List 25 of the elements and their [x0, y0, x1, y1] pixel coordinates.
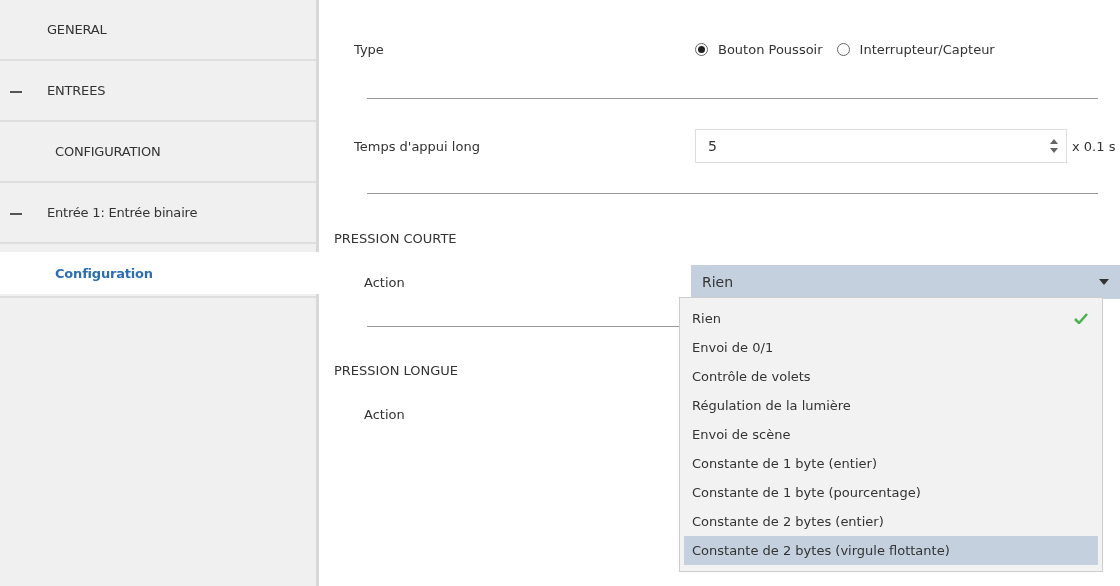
section-title: PRESSION COURTE: [334, 229, 457, 248]
dropdown-option[interactable]: Constante de 1 byte (entier): [684, 449, 1098, 478]
sidebar-item[interactable]: Configuration: [0, 252, 319, 294]
section-title: PRESSION LONGUE: [334, 361, 459, 380]
collapse-icon[interactable]: [10, 90, 22, 93]
unit-label: x 0.1 s: [1072, 138, 1116, 154]
dropdown-option[interactable]: Envoi de 0/1: [684, 333, 1098, 362]
dropdown-option[interactable]: Constante de 1 byte (pourcentage): [684, 478, 1098, 507]
spinner-icon[interactable]: [1050, 138, 1058, 154]
number-field[interactable]: 5: [695, 129, 1067, 163]
field-label: Action: [364, 406, 406, 422]
caret-icon: [1099, 279, 1109, 285]
dropdown-option[interactable]: Envoi de scène: [684, 420, 1098, 449]
collapse-icon[interactable]: [10, 212, 22, 215]
dropdown-option[interactable]: Rien: [684, 304, 1098, 333]
field-label: Action: [364, 274, 406, 290]
field-label: Temps d'appui long: [354, 138, 481, 154]
radio-option[interactable]: Interrupteur/Capteur: [836, 41, 995, 57]
dropdown-option[interactable]: Constante de 2 bytes (entier): [684, 507, 1098, 536]
dropdown-option[interactable]: Contrôle de volets: [684, 362, 1098, 391]
field-label: Type: [354, 41, 385, 57]
radio-option[interactable]: Bouton Poussoir: [695, 41, 823, 57]
dropdown-option[interactable]: Régulation de la lumière: [684, 391, 1098, 420]
action-dropdown[interactable]: Rien: [691, 265, 1120, 299]
dropdown-option[interactable]: Constante de 2 bytes (virgule flottante): [684, 536, 1098, 565]
